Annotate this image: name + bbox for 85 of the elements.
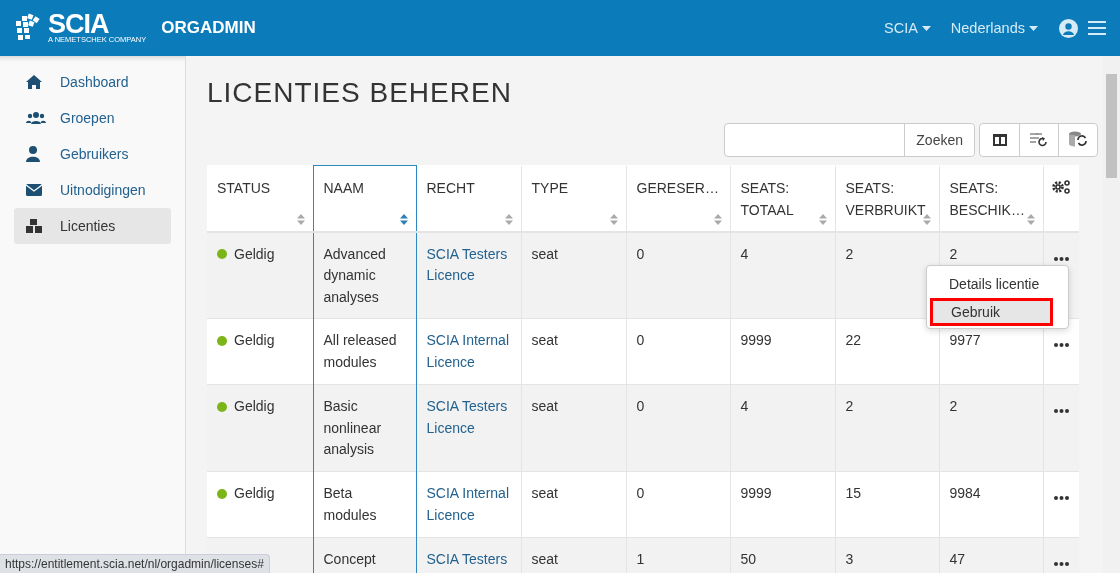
table-cell: seat (531, 551, 558, 567)
sort-icon[interactable] (818, 213, 827, 225)
table-cell: Advanced dynamic analyses (323, 245, 386, 305)
sort-icon[interactable] (1026, 213, 1035, 225)
menu-item[interactable]: Details licentie (927, 270, 1068, 298)
table-cell: 9977 (949, 332, 981, 348)
column-header[interactable]: SEATS: TOTAAL (730, 165, 835, 232)
database-refresh-icon (1068, 131, 1088, 149)
nav-dropdown[interactable]: Nederlands (950, 20, 1038, 36)
column-header[interactable]: NAAM (313, 165, 416, 232)
search-button[interactable]: Zoeken (904, 124, 974, 156)
caret-icon (1029, 25, 1038, 31)
filter-reset-icon (1029, 132, 1049, 148)
app-name: ORGADMIN (161, 18, 256, 38)
sidebar-item[interactable]: Groepen (14, 100, 171, 136)
table-cell: 0 (636, 332, 645, 348)
more-icon[interactable] (1053, 496, 1069, 500)
sidebar-item[interactable]: Gebruikers (14, 136, 171, 172)
table-cell: 0 (636, 485, 645, 501)
column-header[interactable]: GERESER… (626, 165, 730, 232)
table-cell: 2 (949, 245, 958, 262)
home-icon (26, 75, 42, 89)
column-header[interactable]: SEATS: VERBRUIKT (835, 165, 939, 232)
status-text: Geldig (234, 484, 275, 503)
status-text: Geldig (234, 397, 275, 416)
sort-icon[interactable] (922, 213, 931, 225)
boxes-icon (26, 219, 42, 233)
table-cell: 2 (845, 398, 854, 414)
envelope-icon (26, 184, 42, 196)
sort-icon[interactable] (504, 213, 513, 225)
table-cell: 47 (949, 551, 966, 567)
table-cell: seat (531, 245, 558, 262)
account-icon[interactable] (1059, 18, 1078, 38)
table-cell: All released modules (323, 332, 397, 370)
table-cell: seat (531, 398, 558, 414)
more-icon[interactable] (1053, 409, 1069, 413)
table-cell: 3 (845, 551, 854, 567)
status-text: Geldig (234, 331, 275, 350)
license-link[interactable]: SCIA Internal Licence (426, 483, 511, 527)
table-cell: 2 (845, 245, 854, 262)
columns-icon (992, 134, 1007, 146)
table-cell: seat (531, 485, 558, 501)
menu-icon[interactable] (1088, 21, 1106, 35)
table-cell: Beta modules (323, 485, 377, 523)
search-field[interactable]: Zoeken (724, 123, 975, 157)
table-cell: 9984 (949, 485, 981, 501)
nav-dropdown[interactable]: SCIA (884, 20, 931, 36)
users-icon (26, 111, 46, 125)
table-cell: 0 (636, 245, 645, 262)
table-cell: Concept (323, 551, 376, 567)
page-title: LICENTIES BEHEREN (207, 76, 513, 110)
table-cell: 9999 (740, 332, 772, 348)
table-cell: 50 (740, 551, 757, 567)
sidebar-item[interactable]: Uitnodigingen (14, 172, 171, 208)
column-header[interactable]: STATUS (207, 165, 313, 232)
table-cell: 9999 (740, 485, 772, 501)
table-cell: 2 (949, 398, 958, 414)
sort-icon[interactable] (713, 213, 722, 225)
column-header[interactable]: RECHT (416, 165, 521, 232)
sort-icon[interactable] (296, 213, 305, 225)
sidebar-item[interactable]: Dashboard (14, 64, 171, 100)
sidebar-item[interactable]: Licenties (14, 208, 171, 244)
table-cell: 0 (636, 398, 645, 414)
table-cell: 4 (740, 398, 749, 414)
table-cell: 15 (845, 485, 862, 501)
caret-icon (921, 25, 931, 31)
more-icon[interactable] (1053, 256, 1069, 261)
user-icon (26, 146, 40, 162)
column-header[interactable]: TYPE (521, 165, 626, 232)
table-cell: Basic nonlinear analysis (323, 398, 382, 458)
more-icon[interactable] (1053, 343, 1069, 347)
status-text: Geldig (234, 244, 275, 264)
table-cell: 1 (636, 551, 645, 567)
table-cell: 4 (740, 245, 749, 262)
logo-text: SCIA (48, 12, 109, 36)
table-cell: seat (531, 332, 558, 348)
table-cell: 22 (845, 332, 862, 348)
column-header[interactable]: SEATS: BESCHIK… (939, 165, 1043, 232)
license-link[interactable]: SCIA Internal Licence (426, 330, 511, 374)
sort-icon[interactable] (609, 213, 618, 225)
sort-icon[interactable] (399, 213, 408, 225)
more-icon[interactable] (1053, 562, 1069, 566)
menu-item[interactable]: Gebruik (930, 298, 1053, 326)
status-url: https://entitlement.scia.net/nl/orgadmin/licenses# (0, 554, 270, 573)
settings-icon[interactable] (1051, 179, 1071, 194)
